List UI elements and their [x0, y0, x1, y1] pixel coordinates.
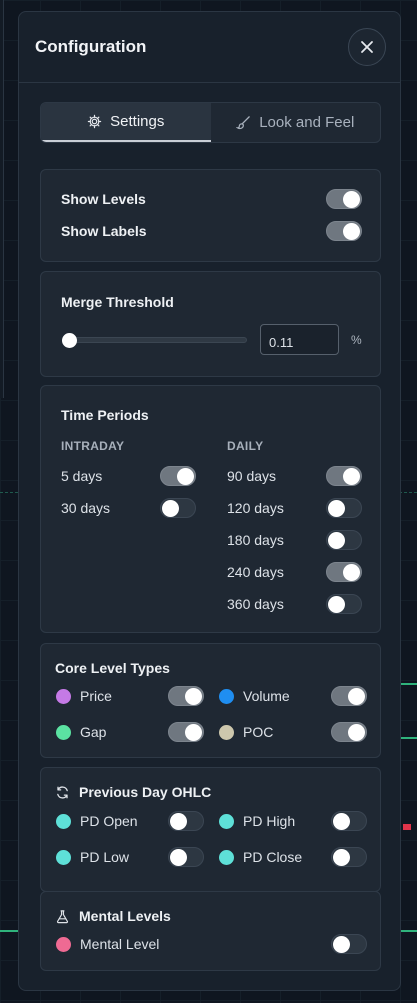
tab-bar: Settings Look and Feel: [40, 102, 381, 143]
period-toggle-30-days[interactable]: [160, 498, 196, 518]
merge-threshold-slider-track[interactable]: [62, 337, 247, 343]
pd-label-close: PD Close: [243, 849, 303, 865]
show-labels-label: Show Labels: [61, 223, 147, 239]
period-toggle-360-days[interactable]: [326, 594, 362, 614]
pd-label-low: PD Low: [80, 849, 130, 865]
price-color-dot: [56, 689, 71, 704]
refresh-icon: [57, 785, 68, 799]
period-label-180-days: 180 days: [227, 532, 284, 548]
tab-look-and-feel[interactable]: Look and Feel: [211, 103, 381, 142]
core-label-volume: Volume: [243, 688, 290, 704]
display-card: Show Levels Show Labels: [40, 169, 381, 262]
previous-day-ohlc-header: Previous Day OHLC: [55, 784, 211, 800]
configuration-panel: Configuration Settings Look and Feel Sho…: [18, 11, 401, 991]
period-label-240-days: 240 days: [227, 564, 284, 580]
period-toggle-180-days[interactable]: [326, 530, 362, 550]
merge-threshold-card: Merge Threshold 0.11 %: [40, 271, 381, 377]
volume-color-dot: [219, 689, 234, 704]
mental-levels-title: Mental Levels: [79, 908, 171, 924]
pd-toggle-open[interactable]: [168, 811, 204, 831]
merge-threshold-unit: %: [351, 333, 362, 347]
core-level-types-title: Core Level Types: [55, 660, 170, 676]
close-icon: [361, 41, 373, 53]
core-level-types-card: Core Level Types Price Volume Gap POC: [40, 643, 381, 758]
panel-title: Configuration: [35, 37, 147, 56]
show-levels-toggle[interactable]: [326, 189, 362, 209]
core-label-poc: POC: [243, 724, 274, 740]
flask-icon: [56, 909, 69, 923]
tab-look-and-feel-label: Look and Feel: [259, 114, 355, 131]
period-toggle-90-days[interactable]: [326, 466, 362, 486]
daily-heading: DAILY: [227, 439, 264, 453]
mental-levels-header: Mental Levels: [55, 908, 171, 924]
period-toggle-120-days[interactable]: [326, 498, 362, 518]
core-toggle-price[interactable]: [168, 686, 204, 706]
tab-settings[interactable]: Settings: [41, 103, 211, 142]
mental-levels-card: Mental Levels Mental Level: [40, 891, 381, 971]
pd-label-open: PD Open: [80, 813, 138, 829]
merge-threshold-value: 0.11: [269, 335, 294, 350]
core-toggle-volume[interactable]: [331, 686, 367, 706]
merge-threshold-title: Merge Threshold: [61, 294, 174, 310]
period-label-360-days: 360 days: [227, 596, 284, 612]
period-label-5-days: 5 days: [61, 468, 103, 484]
core-toggle-gap[interactable]: [168, 722, 204, 742]
intraday-heading: INTRADAY: [61, 439, 125, 453]
pd-high-color-dot: [219, 814, 234, 829]
period-label-90-days: 90 days: [227, 468, 277, 484]
period-label-30-days: 30 days: [61, 500, 111, 516]
previous-day-ohlc-title: Previous Day OHLC: [79, 784, 212, 800]
panel-header: Configuration: [19, 12, 400, 83]
mental-toggle-level[interactable]: [331, 934, 367, 954]
pd-close-color-dot: [219, 850, 234, 865]
gap-color-dot: [56, 725, 71, 740]
previous-day-ohlc-card: Previous Day OHLC PD Open PD High PD Low…: [40, 767, 381, 892]
pd-toggle-close[interactable]: [331, 847, 367, 867]
pd-toggle-high[interactable]: [331, 811, 367, 831]
period-toggle-5-days[interactable]: [160, 466, 196, 486]
pd-open-color-dot: [56, 814, 71, 829]
mental-level-color-dot: [56, 937, 71, 952]
close-button[interactable]: [348, 28, 386, 66]
core-label-price: Price: [80, 688, 112, 704]
time-periods-card: Time Periods INTRADAY DAILY 5 days 30 da…: [40, 385, 381, 633]
pd-low-color-dot: [56, 850, 71, 865]
brush-icon: [236, 116, 250, 130]
mental-label-level: Mental Level: [80, 936, 160, 952]
chart-candle-marker: [403, 824, 411, 830]
show-labels-toggle[interactable]: [326, 221, 362, 241]
tab-settings-label: Settings: [110, 113, 165, 130]
pd-toggle-low[interactable]: [168, 847, 204, 867]
core-label-gap: Gap: [80, 724, 107, 740]
time-periods-title: Time Periods: [61, 407, 149, 423]
poc-color-dot: [219, 725, 234, 740]
merge-threshold-input[interactable]: 0.11: [260, 324, 339, 355]
show-levels-label: Show Levels: [61, 191, 146, 207]
left-side-panel-edge: [0, 0, 4, 398]
merge-threshold-slider-thumb[interactable]: [62, 333, 77, 348]
core-toggle-poc[interactable]: [331, 722, 367, 742]
period-toggle-240-days[interactable]: [326, 562, 362, 582]
gear-icon: [87, 114, 102, 129]
period-label-120-days: 120 days: [227, 500, 284, 516]
pd-label-high: PD High: [243, 813, 296, 829]
